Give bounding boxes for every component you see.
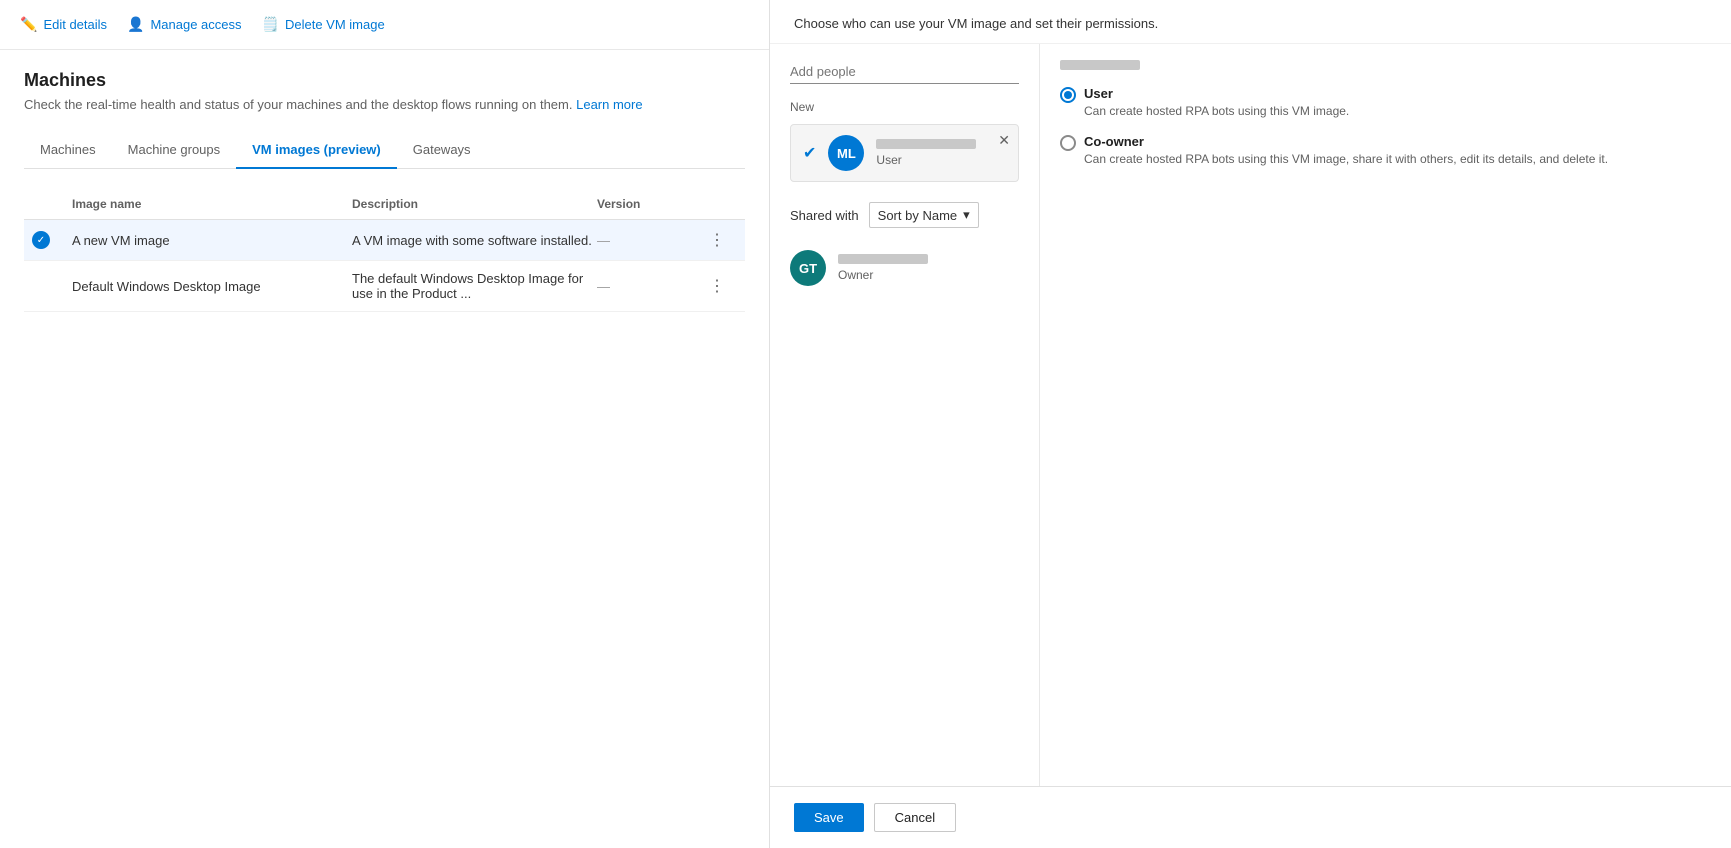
user-radio[interactable] [1060, 87, 1076, 103]
shared-with-row: Shared with Sort by Name ▾ [790, 202, 1019, 228]
shared-with-label: Shared with [790, 208, 859, 223]
manage-icon: 👤 [127, 16, 144, 33]
col-checkbox [32, 197, 72, 211]
manage-access-button[interactable]: 👤 Manage access [127, 12, 242, 37]
owner-name-blurred [838, 254, 928, 264]
table-row[interactable]: ✓ A new VM image A VM image with some so… [24, 220, 745, 261]
col-version: Version [597, 197, 697, 211]
row-version: — [597, 233, 697, 248]
table-row[interactable]: Default Windows Desktop Image The defaul… [24, 261, 745, 312]
tabs: Machines Machine groups VM images (previ… [24, 132, 745, 169]
check-icon: ✔ [803, 143, 816, 163]
page-subtitle: Check the real-time health and status of… [24, 97, 745, 112]
row-description: A VM image with some software installed. [352, 233, 597, 248]
tab-machine-groups[interactable]: Machine groups [112, 132, 237, 169]
permission-header-blurred [1060, 60, 1140, 70]
col-image-name: Image name [72, 197, 352, 211]
owner-role: Owner [838, 268, 1019, 282]
user-radio-labels: User Can create hosted RPA bots using th… [1084, 86, 1349, 120]
coowner-radio-option[interactable]: Co-owner Can create hosted RPA bots usin… [1060, 134, 1711, 168]
learn-more-link[interactable]: Learn more [576, 97, 642, 112]
toolbar: ✏️ Edit details 👤 Manage access 🗒️ Delet… [0, 0, 769, 50]
row-checkbox[interactable]: ✓ [32, 231, 72, 249]
coowner-radio-desc: Can create hosted RPA bots using this VM… [1084, 151, 1608, 168]
panel-footer: Save Cancel [770, 786, 1731, 848]
close-button[interactable]: ✕ [998, 133, 1010, 147]
tab-vm-images[interactable]: VM images (preview) [236, 132, 397, 169]
cancel-button[interactable]: Cancel [874, 803, 956, 832]
user-role: User [876, 153, 1006, 167]
left-panel: ✏️ Edit details 👤 Manage access 🗒️ Delet… [0, 0, 770, 848]
chevron-down-icon: ▾ [963, 207, 970, 223]
checked-icon: ✓ [32, 231, 50, 249]
edit-details-button[interactable]: ✏️ Edit details [20, 12, 107, 37]
owner-info: Owner [838, 254, 1019, 282]
panel-header: Choose who can use your VM image and set… [770, 0, 1731, 44]
delete-vm-button[interactable]: 🗒️ Delete VM image [262, 12, 385, 37]
edit-icon: ✏️ [20, 16, 37, 33]
row-version: — [597, 279, 697, 294]
coowner-radio-label: Co-owner [1084, 134, 1608, 149]
save-button[interactable]: Save [794, 803, 864, 832]
add-people-input[interactable] [790, 60, 1019, 84]
user-info: User [876, 139, 1006, 167]
row-image-name: A new VM image [72, 233, 352, 248]
user-name-blurred [876, 139, 976, 149]
right-content: New ✔ ML User ✕ Shared with Sort by Name… [770, 44, 1731, 786]
user-radio-option[interactable]: User Can create hosted RPA bots using th… [1060, 86, 1711, 120]
right-panel: Choose who can use your VM image and set… [770, 0, 1731, 848]
new-user-card: ✔ ML User ✕ [790, 124, 1019, 182]
row-more-button[interactable]: ⋮ [697, 276, 737, 296]
tab-machines[interactable]: Machines [24, 132, 112, 169]
avatar: ML [828, 135, 864, 171]
user-radio-desc: Can create hosted RPA bots using this VM… [1084, 103, 1349, 120]
content-area: Machines Check the real-time health and … [0, 50, 769, 848]
delete-icon: 🗒️ [262, 16, 279, 33]
share-column: New ✔ ML User ✕ Shared with Sort by Name… [770, 44, 1040, 786]
avatar: GT [790, 250, 826, 286]
coowner-radio-labels: Co-owner Can create hosted RPA bots usin… [1084, 134, 1608, 168]
sort-dropdown[interactable]: Sort by Name ▾ [869, 202, 979, 228]
owner-row: GT Owner [790, 242, 1019, 294]
coowner-radio[interactable] [1060, 135, 1076, 151]
permissions-column: User Can create hosted RPA bots using th… [1040, 44, 1731, 786]
col-description: Description [352, 197, 597, 211]
row-description: The default Windows Desktop Image for us… [352, 271, 597, 301]
col-actions [697, 197, 737, 211]
new-label: New [790, 100, 1019, 114]
user-radio-label: User [1084, 86, 1349, 101]
row-image-name: Default Windows Desktop Image [72, 279, 352, 294]
tab-gateways[interactable]: Gateways [397, 132, 487, 169]
table-header: Image name Description Version [24, 189, 745, 220]
row-more-button[interactable]: ⋮ [697, 230, 737, 250]
page-title: Machines [24, 70, 745, 91]
